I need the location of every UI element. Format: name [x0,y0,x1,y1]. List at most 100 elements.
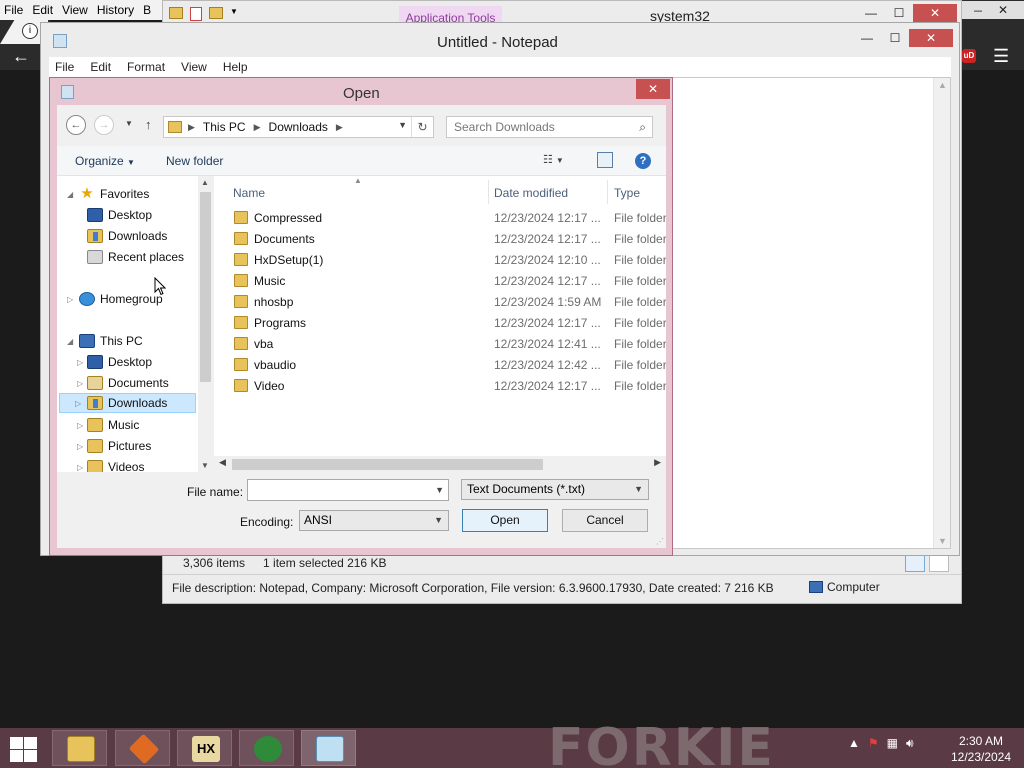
large-icons-view-icon[interactable] [929,554,949,572]
taskbar-notepad[interactable] [301,730,356,766]
nav-desktop[interactable]: Desktop [87,205,152,225]
extension-icon[interactable]: uD [962,49,976,63]
customize-quick-access-icon[interactable]: ▼ [230,7,238,21]
file-list-horizontal-scrollbar[interactable]: ◀ ▶ [214,456,666,472]
expand-arrow-icon[interactable]: ▷ [77,463,83,472]
notepad-menu-help[interactable]: Help [223,60,248,74]
breadcrumb-separator-icon[interactable]: ▶ [254,122,261,133]
nav-pc-documents[interactable]: ▷ Documents [77,373,169,393]
new-folder-button[interactable]: New folder [166,154,223,168]
file-row[interactable]: Music 12/23/2024 12:17 ... File folder [214,271,666,292]
nav-pc-music[interactable]: ▷ Music [77,415,139,435]
scroll-up-icon[interactable]: ▲ [201,178,209,187]
scroll-left-icon[interactable]: ◀ [219,457,226,468]
search-icon[interactable]: ⌕ [639,117,646,137]
help-icon[interactable]: ? [635,153,651,169]
expand-arrow-icon[interactable]: ▷ [67,295,73,304]
folder-icon[interactable] [169,7,183,19]
taskbar-app-orange[interactable] [115,730,170,766]
notepad-menu-view[interactable]: View [181,60,207,74]
file-type-select[interactable]: Text Documents (*.txt) ▼ [461,479,649,500]
browser-menu-bookmarks[interactable]: B [143,3,151,17]
expand-arrow-icon[interactable]: ▷ [77,358,83,367]
taskbar-hxd[interactable]: HX [177,730,232,766]
notepad-minimize-button[interactable]: — [853,29,881,47]
notepad-close-button[interactable]: ✕ [909,29,953,47]
windows-start-icon[interactable] [8,736,38,762]
cancel-button[interactable]: Cancel [562,509,648,532]
file-row[interactable]: Video 12/23/2024 12:17 ... File folder [214,376,666,397]
expand-arrow-icon[interactable]: ▷ [77,421,83,430]
taskbar-internet-download-manager[interactable] [239,730,294,766]
dialog-close-button[interactable]: ✕ [636,79,670,99]
column-header-date-modified[interactable]: Date modified [494,180,568,206]
resize-grip-icon[interactable]: ⋰ [656,537,664,546]
hamburger-menu-icon[interactable]: ☰ [993,46,1009,67]
explorer-minimize-button[interactable]: — [857,4,885,22]
search-input[interactable]: Search Downloads ⌕ [446,116,653,138]
chevron-down-icon[interactable]: ▼ [435,480,444,500]
breadcrumb-this-pc[interactable]: This PC [203,120,246,134]
explorer-maximize-button[interactable]: ☐ [885,4,913,22]
action-center-flag-icon[interactable]: ⚑ [868,736,879,751]
show-hidden-icons-icon[interactable]: ▲ [848,736,860,751]
column-divider[interactable] [488,180,489,204]
expand-arrow-icon[interactable]: ▷ [77,442,83,451]
address-dropdown-icon[interactable]: ▼ [398,120,407,130]
details-view-icon[interactable] [905,554,925,572]
notepad-menu-format[interactable]: Format [127,60,165,74]
notepad-vertical-scrollbar[interactable]: ▲ ▼ [933,78,950,548]
nav-pc-pictures[interactable]: ▷ Pictures [77,436,151,456]
forward-arrow-icon[interactable]: → [94,115,114,135]
properties-icon[interactable] [190,7,202,21]
info-icon[interactable]: i [22,23,38,39]
column-divider[interactable] [607,180,608,204]
open-button[interactable]: Open [462,509,548,532]
nav-downloads[interactable]: Downloads [87,226,167,246]
browser-menu-edit[interactable]: Edit [32,3,53,17]
nav-pc-downloads[interactable]: ▷ Downloads [59,393,196,413]
navigation-pane-scrollbar[interactable]: ▲ ▼ [198,176,213,472]
taskbar-file-explorer[interactable] [52,730,107,766]
file-row[interactable]: nhosbp 12/23/2024 1:59 AM File folder [214,292,666,313]
address-bar[interactable]: ▶ This PC ▶ Downloads ▶ ▼ ↻ [163,116,434,138]
expand-arrow-icon[interactable]: ▷ [75,399,81,408]
file-name-input[interactable]: ▼ [247,479,449,501]
nav-pc-desktop[interactable]: ▷ Desktop [77,352,152,372]
nav-this-pc[interactable]: ◢ This PC [67,331,143,351]
chevron-down-icon[interactable]: ▼ [434,511,443,530]
breadcrumb-downloads[interactable]: Downloads [269,120,328,134]
column-header-name[interactable]: Name [233,180,265,206]
file-row[interactable]: HxDSetup(1) 12/23/2024 12:10 ... File fold… [214,250,666,271]
chevron-down-icon[interactable]: ▼ [634,480,643,499]
notepad-maximize-button[interactable]: ☐ [881,29,909,47]
nav-pc-videos[interactable]: ▷ Videos [77,457,144,472]
browser-menu-file[interactable]: File [4,3,23,17]
nav-favorites[interactable]: ◢ ★ Favorites [67,184,149,204]
scroll-right-icon[interactable]: ▶ [654,457,661,468]
notepad-menu-file[interactable]: File [55,60,74,74]
organize-button[interactable]: Organize ▼ [75,154,135,168]
recent-locations-dropdown-icon[interactable]: ▼ [125,119,133,128]
breadcrumb-separator-icon[interactable]: ▶ [336,122,343,133]
change-view-icon[interactable]: ☷ ▼ [543,153,573,169]
scrollbar-thumb[interactable] [200,192,211,382]
column-header-type[interactable]: Type [614,180,640,206]
scroll-up-icon[interactable]: ▲ [938,80,947,90]
network-icon[interactable]: ▦ [887,736,898,751]
taskbar-clock[interactable]: 2:30 AM 12/23/2024 [948,733,1014,765]
up-arrow-icon[interactable]: ↑ [145,117,152,132]
nav-homegroup[interactable]: ▷ Homegroup [67,289,163,309]
explorer-close-button[interactable]: ✕ [913,4,957,22]
notepad-menu-edit[interactable]: Edit [90,60,111,74]
back-arrow-icon[interactable]: ← [66,115,86,135]
encoding-select[interactable]: ANSI ▼ [299,510,449,531]
scrollbar-thumb[interactable] [232,459,543,470]
scroll-down-icon[interactable]: ▼ [938,536,947,546]
scroll-down-icon[interactable]: ▼ [201,461,209,470]
refresh-icon[interactable]: ↻ [411,117,433,137]
collapse-arrow-icon[interactable]: ◢ [67,337,73,346]
browser-menu-history[interactable]: History [97,3,134,17]
expand-arrow-icon[interactable]: ▷ [77,379,83,388]
file-row[interactable]: Programs 12/23/2024 12:17 ... File folder [214,313,666,334]
